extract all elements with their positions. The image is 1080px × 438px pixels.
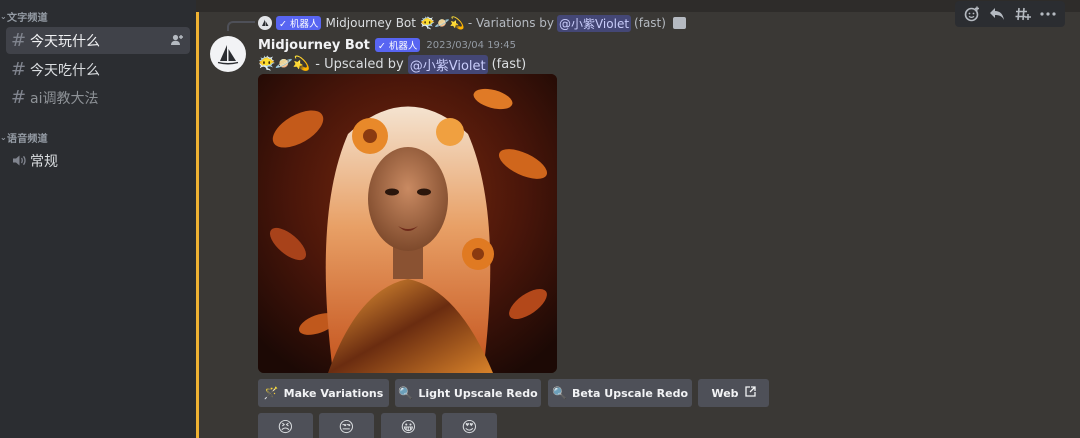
magnifier-icon: 🔍 [551,386,567,400]
channel-item-0[interactable]: # 今天玩什么 [6,27,190,54]
heart-eyes-face-icon: 😍 [461,418,478,436]
channel-label: 今天玩什么 [30,33,100,50]
button-label: Light Upscale Redo [418,386,538,400]
make-variations-button[interactable]: 🪄 Make Variations [258,379,389,407]
rating-button-love[interactable]: 😍 [442,413,497,438]
chevron-down-icon: ⌄ [0,133,7,142]
image-icon [672,17,686,29]
channel-label: 今天吃什么 [30,62,100,79]
grinning-face-icon: 😀 [400,418,417,436]
channel-label: 常规 [30,153,58,170]
message-author[interactable]: Midjourney Bot [258,38,370,53]
create-thread-icon[interactable] [1012,3,1034,25]
chevron-down-icon: ⌄ [0,12,7,21]
hashtag-icon: # [10,30,27,51]
hashtag-icon: # [10,87,27,108]
message-timestamp: 2023/03/04 19:45 [426,39,517,51]
persevering-face-icon: 😣 [277,418,294,436]
web-button[interactable]: Web [698,379,769,407]
rating-button-meh[interactable]: 😒 [319,413,374,438]
magnifier-icon: 🔍 [398,386,414,400]
generated-image[interactable] [258,74,557,373]
reply-emojis: 😶‍🌫️🪐💫 [419,16,465,30]
reply-avatar [258,16,272,30]
text-channels-category[interactable]: ⌄ 文字频道 [0,9,48,24]
reply-spine [227,21,255,31]
rating-button-awful[interactable]: 😣 [258,413,313,438]
reply-text: - Variations by [467,16,554,30]
channel-item-1[interactable]: # 今天吃什么 [6,56,190,83]
rating-button-good[interactable]: 😀 [381,413,436,438]
reply-mention[interactable]: @小紫Violet [556,14,632,32]
top-strip [196,0,1080,12]
reply-author[interactable]: Midjourney Bot [325,16,416,30]
channel-label: ai调教大法 [30,90,99,107]
magic-wand-icon: 🪄 [263,386,279,400]
message-header: Midjourney Bot ✓ 机器人 2023/03/04 19:45 [258,36,516,54]
message-text: - Upscaled by [315,56,404,72]
invite-user-icon[interactable] [170,33,184,51]
message-mention[interactable]: @小紫Violet [407,54,488,74]
message-content: 😶‍🌫️🪐💫 - Upscaled by @小紫Violet (fast) [258,54,526,74]
voice-channel-item-0[interactable]: 常规 [6,147,190,174]
light-upscale-redo-button[interactable]: 🔍 Light Upscale Redo [395,379,541,407]
category-label: 文字频道 [7,13,48,24]
button-label: Make Variations [283,386,384,400]
add-reaction-icon[interactable] [961,3,983,25]
channel-sidebar: ⌄ 文字频道 # 今天玩什么 # 今天吃什么 # ai调教大法 ⌄ 语音频道 常… [0,0,196,438]
channel-item-2[interactable]: # ai调教大法 [6,84,190,111]
more-icon[interactable] [1037,3,1059,25]
beta-upscale-redo-button[interactable]: 🔍 Beta Upscale Redo [548,379,692,407]
hashtag-icon: # [10,59,27,80]
highlight-bar [196,12,199,438]
button-label: Beta Upscale Redo [571,386,689,400]
bot-badge: ✓ 机器人 [276,16,322,30]
speaker-icon [9,154,28,167]
bot-badge: ✓ 机器人 [374,38,421,52]
button-label: Web [711,386,739,400]
external-link-icon [744,386,756,400]
message-emojis: 😶‍🌫️🪐💫 [258,56,311,72]
voice-channels-category[interactable]: ⌄ 语音频道 [0,130,48,145]
message-toolbar [955,1,1065,27]
message-speed: (fast) [491,56,527,72]
category-label: 语音频道 [7,134,48,145]
reply-icon[interactable] [986,3,1008,25]
unamused-face-icon: 😒 [338,418,355,436]
reply-reference[interactable]: ✓ 机器人 Midjourney Bot 😶‍🌫️🪐💫 - Variations… [258,14,686,32]
reply-speed: (fast) [634,16,666,30]
author-avatar[interactable] [210,36,246,72]
